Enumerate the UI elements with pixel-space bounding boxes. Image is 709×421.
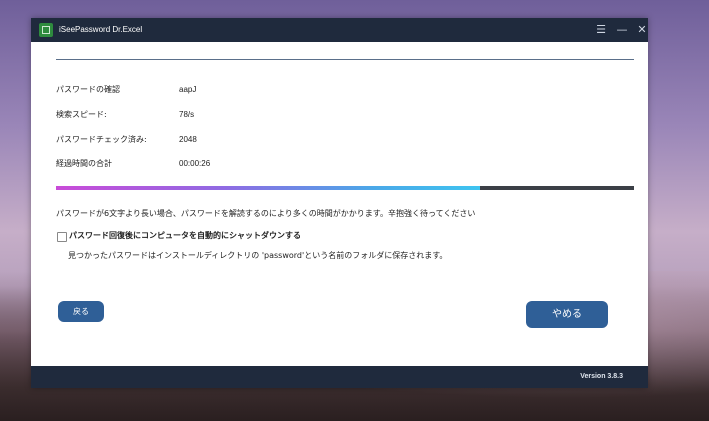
- close-icon[interactable]: ✕: [634, 22, 650, 38]
- excel-app-icon: [39, 23, 53, 37]
- elapsed-time-label: 経過時間の合計: [56, 159, 112, 168]
- progress-bar: [56, 186, 634, 190]
- menu-icon[interactable]: ☰: [593, 22, 609, 38]
- app-window: iSeePassword Dr.Excel ☰ — ✕ パスワードの確認 aap…: [31, 18, 648, 388]
- elapsed-time-value: 00:00:26: [179, 159, 211, 168]
- version-label: Version 3.8.3: [580, 373, 623, 380]
- footer-bar: Version 3.8.3: [31, 366, 648, 388]
- window-title: iSeePassword Dr.Excel: [59, 25, 143, 34]
- search-speed-value: 78/s: [179, 110, 195, 119]
- auto-shutdown-checkbox[interactable]: [57, 232, 67, 242]
- back-button[interactable]: 戻る: [58, 301, 104, 322]
- password-check-value: aapJ: [179, 85, 197, 94]
- minimize-icon[interactable]: —: [614, 22, 630, 38]
- search-speed-label: 検索スピード:: [56, 110, 107, 119]
- passwords-checked-label: パスワードチェック済み:: [56, 135, 147, 144]
- long-password-note: パスワードが6文字より長い場合、パスワードを解読するのにより多くの時間がかかりま…: [56, 209, 476, 218]
- passwords-checked-value: 2048: [179, 135, 197, 144]
- progress-bar-fill: [56, 186, 481, 190]
- save-location-note: 見つかったパスワードはインストールディレクトリの 'password'という名前…: [68, 251, 448, 260]
- password-check-label: パスワードの確認: [56, 85, 120, 94]
- auto-shutdown-label[interactable]: パスワード回復後にコンピュータを自動的にシャットダウンする: [69, 230, 301, 242]
- divider: [56, 59, 634, 60]
- title-bar: iSeePassword Dr.Excel ☰ — ✕: [31, 18, 648, 42]
- stop-button[interactable]: やめる: [526, 301, 608, 328]
